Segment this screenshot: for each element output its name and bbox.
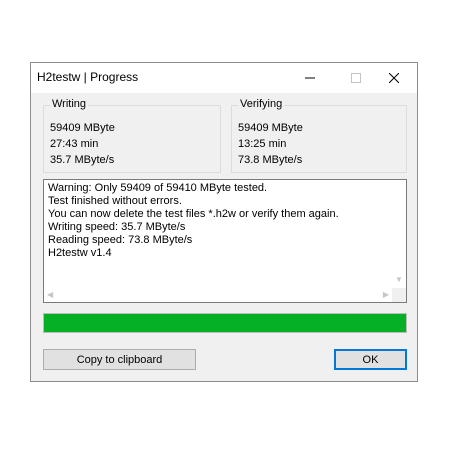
ok-button[interactable]: OK bbox=[334, 349, 407, 370]
writing-title: Writing bbox=[50, 98, 89, 110]
scroll-down-icon[interactable]: ▼ bbox=[395, 276, 403, 284]
writing-time: 27:43 min bbox=[50, 138, 99, 150]
writing-speed: 35.7 MByte/s bbox=[50, 154, 115, 166]
verifying-size: 59409 MByte bbox=[238, 122, 303, 134]
writing-size: 59409 MByte bbox=[50, 122, 115, 134]
log-line: Test finished without errors. bbox=[48, 195, 182, 207]
vertical-scrollbar[interactable]: ▼ bbox=[392, 180, 406, 286]
log-line: Reading speed: 73.8 MByte/s bbox=[48, 234, 193, 246]
scroll-corner bbox=[392, 288, 406, 302]
verifying-time: 13:25 min bbox=[238, 138, 287, 150]
log-line: Writing speed: 35.7 MByte/s bbox=[48, 221, 186, 233]
log-line: H2testw v1.4 bbox=[48, 247, 112, 259]
minimize-icon bbox=[305, 77, 315, 79]
verifying-title: Verifying bbox=[238, 98, 285, 110]
maximize-icon bbox=[351, 73, 361, 83]
horizontal-scrollbar[interactable]: ◀ ▶ bbox=[44, 288, 392, 302]
verifying-speed: 73.8 MByte/s bbox=[238, 154, 303, 166]
verifying-group: Verifying 59409 MByte 13:25 min 73.8 MBy… bbox=[231, 98, 407, 173]
close-button[interactable] bbox=[371, 63, 417, 93]
copy-to-clipboard-button[interactable]: Copy to clipboard bbox=[43, 349, 196, 370]
writing-group: Writing 59409 MByte 27:43 min 35.7 MByte… bbox=[43, 98, 221, 173]
log-line: Warning: Only 59409 of 59410 MByte teste… bbox=[48, 182, 268, 194]
minimize-button[interactable] bbox=[287, 63, 333, 93]
progress-bar bbox=[43, 313, 407, 333]
progress-fill bbox=[44, 314, 406, 332]
scroll-left-icon[interactable]: ◀ bbox=[47, 291, 53, 299]
scroll-right-icon[interactable]: ▶ bbox=[383, 291, 389, 299]
window-title: H2testw | Progress bbox=[37, 70, 139, 84]
close-icon bbox=[389, 73, 399, 83]
progress-window: H2testw | Progress Writing 59409 MByte 2… bbox=[30, 62, 418, 382]
title-bar: H2testw | Progress bbox=[31, 63, 417, 93]
log-textbox[interactable]: Warning: Only 59409 of 59410 MByte teste… bbox=[43, 179, 407, 303]
log-line: You can now delete the test files *.h2w … bbox=[48, 208, 339, 220]
